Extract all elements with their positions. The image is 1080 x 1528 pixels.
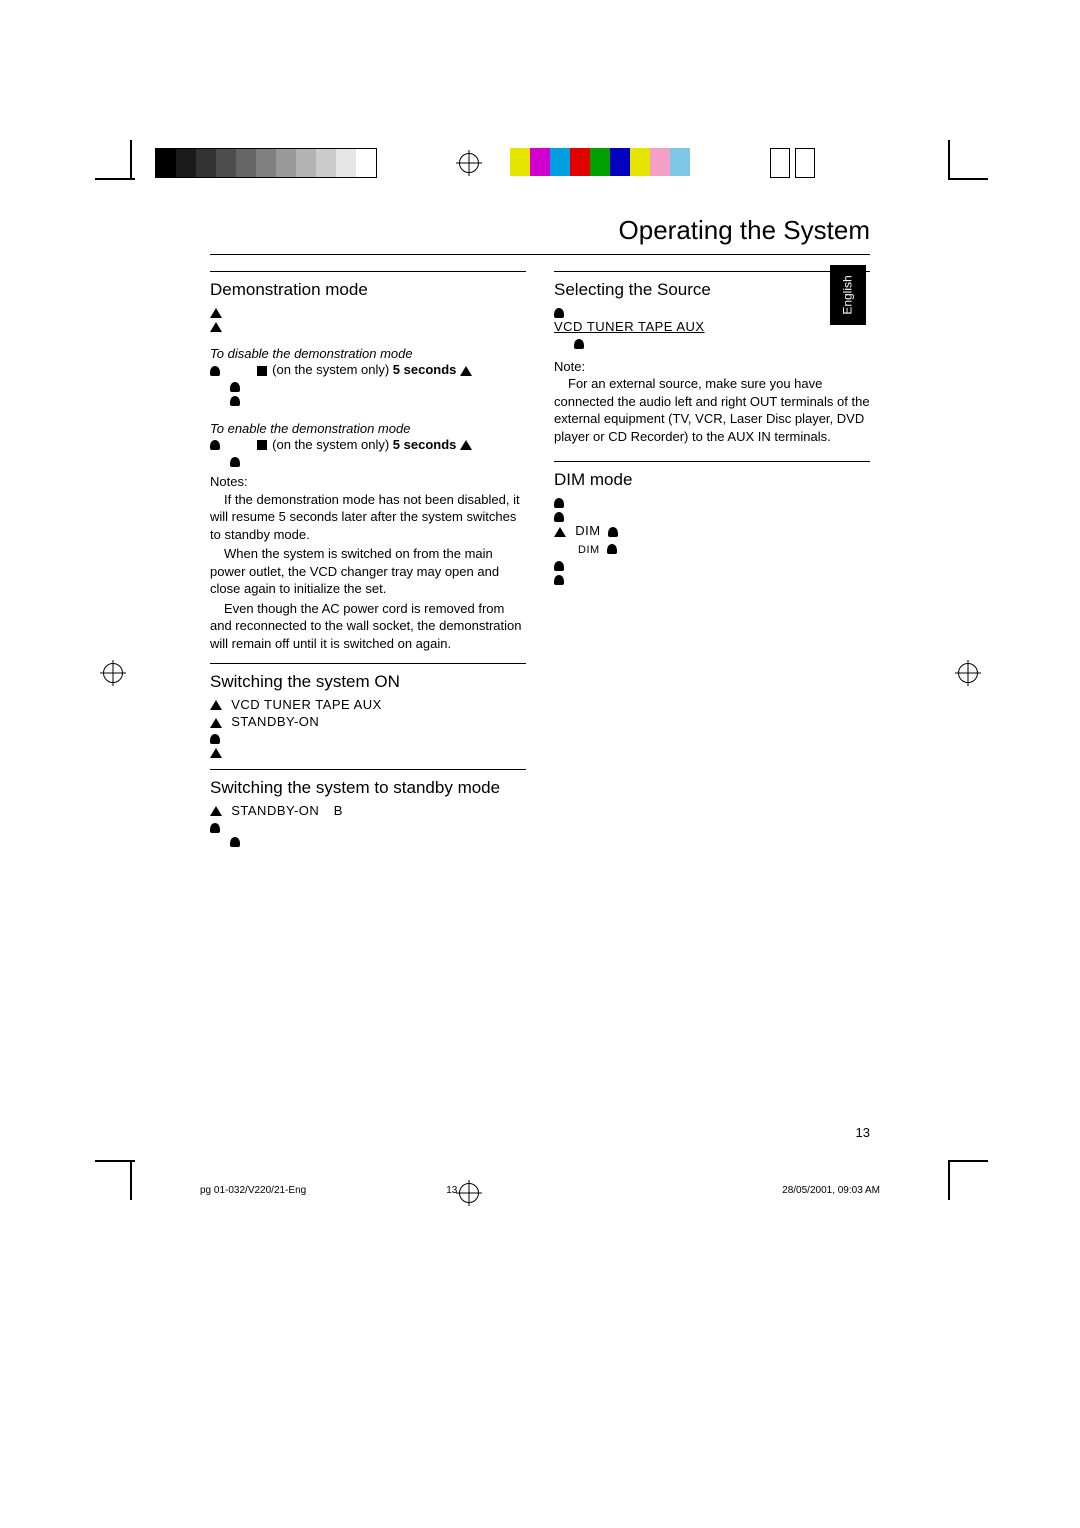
bullet-icon	[230, 382, 240, 392]
gray-step	[336, 149, 356, 177]
color-step	[610, 148, 630, 176]
registration-target-icon	[955, 660, 981, 686]
bullet-icon	[230, 837, 240, 847]
triangle-icon	[554, 527, 566, 537]
note-3: Even though the AC power cord is removed…	[210, 600, 526, 653]
text: (on the system only)	[272, 437, 393, 452]
gray-step	[256, 149, 276, 177]
gray-step	[296, 149, 316, 177]
gray-step	[356, 149, 376, 177]
bullet-icon	[230, 396, 240, 406]
registration-target-icon	[100, 660, 126, 686]
bullet-icon	[607, 544, 617, 554]
gray-step	[176, 149, 196, 177]
section-select-source: Selecting the Source	[554, 280, 870, 300]
gray-step	[236, 149, 256, 177]
crop-mark	[95, 1160, 135, 1162]
footer-page: 13	[306, 1185, 782, 1196]
section-switch-on: Switching the system ON	[210, 672, 526, 692]
color-step	[650, 148, 670, 176]
source-note: For an external source, make sure you ha…	[554, 375, 870, 445]
triangle-icon	[460, 440, 472, 450]
note-1: If the demonstration mode has not been d…	[210, 491, 526, 544]
content-body: Operating the System Demonstration mode …	[210, 215, 870, 847]
crop-mark	[130, 140, 132, 180]
registration-target-icon	[456, 150, 482, 176]
enable-demo-heading: To enable the demonstration mode	[210, 421, 526, 436]
dim-label-small: DIM	[578, 544, 600, 556]
crop-mark	[948, 140, 950, 180]
stop-icon	[257, 366, 267, 376]
bullet-icon	[554, 308, 564, 318]
crop-mark	[948, 178, 988, 180]
color-step	[510, 148, 530, 176]
color-bar	[510, 148, 690, 176]
disable-demo-step: (on the system only) 5 seconds	[210, 361, 526, 379]
note-2: When the system is switched on from the …	[210, 545, 526, 598]
stop-icon	[257, 440, 267, 450]
color-step	[630, 148, 650, 176]
standby-label: STANDBY-ON	[231, 803, 319, 818]
reg-box	[770, 148, 790, 178]
gray-step	[196, 149, 216, 177]
manual-page: English Operating the System Demonstrati…	[0, 0, 1080, 1528]
color-step	[670, 148, 690, 176]
bullet-icon	[210, 823, 220, 833]
gray-step	[216, 149, 236, 177]
color-step	[590, 148, 610, 176]
text: (on the system only)	[272, 362, 393, 377]
section-demo-mode: Demonstration mode	[210, 280, 526, 300]
bullet-icon	[608, 527, 618, 537]
triangle-icon	[210, 322, 222, 332]
source-list: VCD TUNER TAPE AUX	[231, 697, 382, 712]
section-standby: Switching the system to standby mode	[210, 778, 526, 798]
footer-timestamp: 28/05/2001, 09:03 AM	[782, 1185, 880, 1196]
bullet-icon	[554, 498, 564, 508]
triangle-icon	[210, 806, 222, 816]
bullet-icon	[554, 575, 564, 585]
color-step	[550, 148, 570, 176]
gray-step	[156, 149, 176, 177]
footer-doc-id: pg 01-032/V220/21-Eng	[200, 1185, 306, 1196]
crop-mark	[948, 1160, 950, 1200]
left-column: Demonstration mode To disable the demons…	[210, 261, 526, 847]
bullet-icon	[574, 339, 584, 349]
disable-demo-heading: To disable the demonstration mode	[210, 346, 526, 361]
notes-label: Notes:	[210, 474, 248, 489]
bullet-icon	[210, 366, 220, 376]
triangle-icon	[210, 748, 222, 758]
gray-step	[276, 149, 296, 177]
bullet-icon	[210, 734, 220, 744]
title-rule	[210, 254, 870, 255]
enable-demo-step: (on the system only) 5 seconds	[210, 436, 526, 454]
reg-box	[795, 148, 815, 178]
standby-label: STANDBY-ON	[231, 714, 319, 729]
crop-mark	[95, 178, 135, 180]
source-list: VCD TUNER TAPE AUX	[554, 319, 705, 334]
page-title: Operating the System	[210, 215, 870, 246]
right-column: Selecting the Source VCD TUNER TAPE AUX …	[554, 261, 870, 847]
triangle-icon	[210, 718, 222, 728]
dim-label: DIM	[575, 523, 600, 538]
note-label: Note:	[554, 359, 585, 374]
standby-b: B	[334, 803, 343, 818]
bullet-icon	[230, 457, 240, 467]
page-number: 13	[210, 1125, 870, 1140]
color-step	[570, 148, 590, 176]
text-bold: 5 seconds	[393, 437, 457, 452]
bullet-icon	[554, 512, 564, 522]
bullet-icon	[554, 561, 564, 571]
color-step	[530, 148, 550, 176]
triangle-icon	[460, 366, 472, 376]
section-dim-mode: DIM mode	[554, 470, 870, 490]
triangle-icon	[210, 308, 222, 318]
grayscale-bar	[155, 148, 377, 178]
imposition-footer: pg 01-032/V220/21-Eng 13 28/05/2001, 09:…	[200, 1185, 880, 1196]
triangle-icon	[210, 700, 222, 710]
bullet-icon	[210, 440, 220, 450]
crop-mark	[948, 1160, 988, 1162]
gray-step	[316, 149, 336, 177]
crop-mark	[130, 1160, 132, 1200]
text-bold: 5 seconds	[393, 362, 457, 377]
